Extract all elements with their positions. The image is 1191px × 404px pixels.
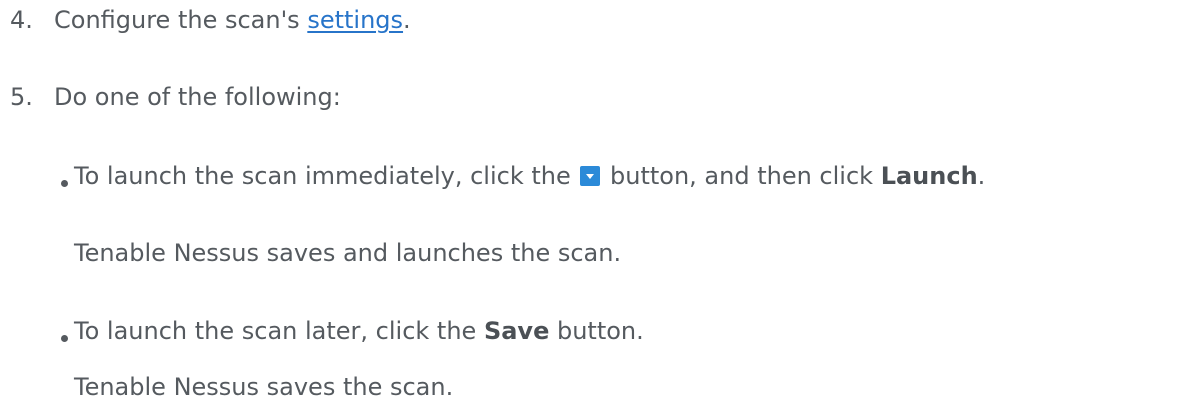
instruction-steps: 4. Configure the scan's settings. 5. Do on… xyxy=(0,0,1191,403)
step-text: Configure the scan's xyxy=(54,6,308,34)
option-launch-now: To launch the scan immediately, click th… xyxy=(74,159,985,193)
dropdown-arrow-icon xyxy=(580,166,601,186)
option-launch-now-result: Tenable Nessus saves and launches the sc… xyxy=(74,239,622,267)
option-launch-later: To launch the scan later, click the Save… xyxy=(74,314,644,348)
settings-link[interactable]: settings xyxy=(307,6,403,34)
bullet-icon xyxy=(61,335,68,342)
option-text: To launch the scan later, click the xyxy=(74,317,484,345)
step-4: 4. Configure the scan's settings. xyxy=(10,3,411,37)
step-text: Do one of the following: xyxy=(54,83,341,111)
step-number: 5. xyxy=(10,83,33,111)
option-text-middle: button, and then click xyxy=(602,162,881,190)
option-text: To launch the scan immediately, click th… xyxy=(74,162,579,190)
option-text-end: . xyxy=(977,162,986,190)
step-text-end: . xyxy=(403,6,411,34)
step-5: 5. Do one of the following: xyxy=(10,80,341,114)
step-number: 4. xyxy=(10,6,33,34)
save-label: Save xyxy=(483,317,550,345)
option-text-end: button. xyxy=(549,317,644,345)
option-launch-later-result: Tenable Nessus saves the scan. xyxy=(74,373,454,401)
bullet-icon xyxy=(61,180,68,187)
launch-label: Launch xyxy=(880,162,978,190)
